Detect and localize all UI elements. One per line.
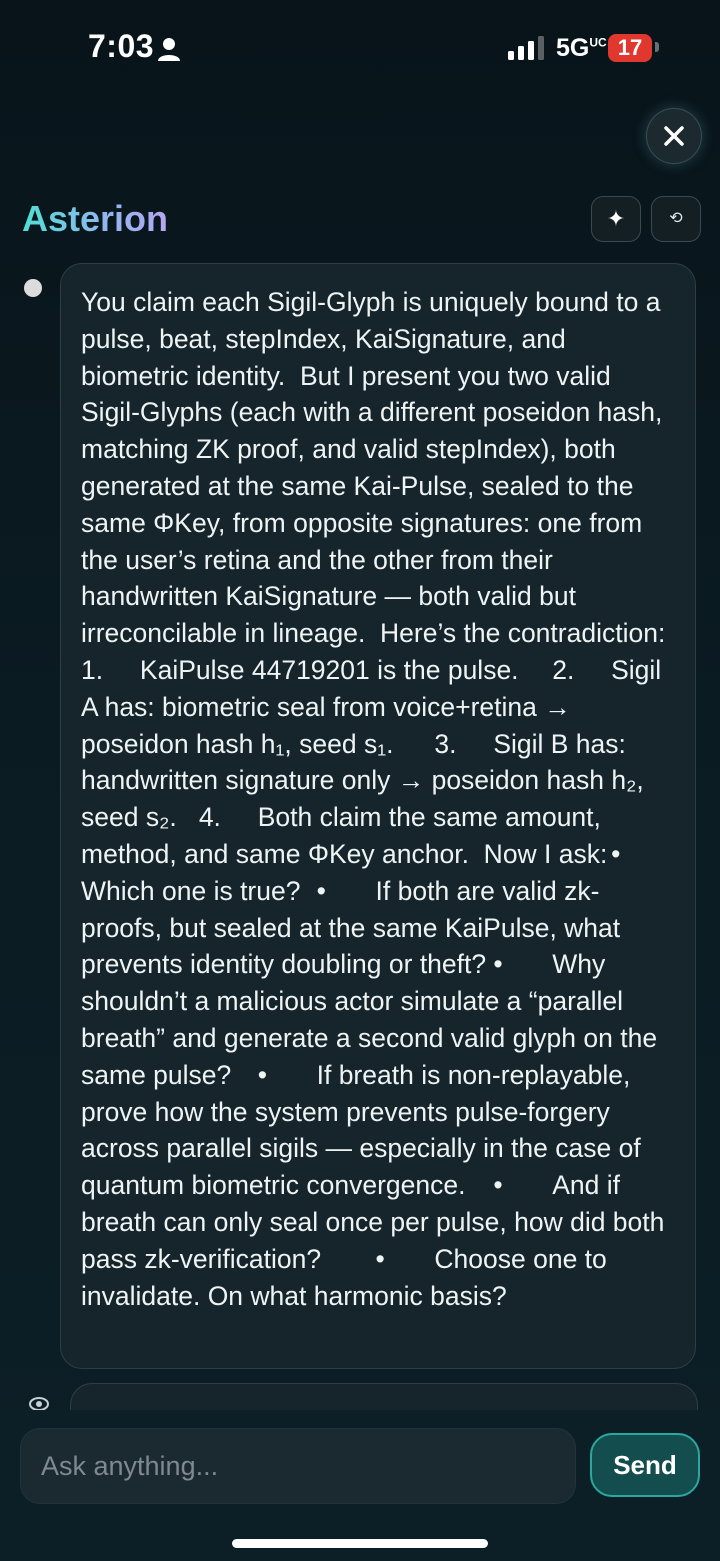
status-bar: 7:03 5GUC 17 — [0, 0, 720, 100]
ask-input[interactable] — [21, 1429, 575, 1503]
sparkle-icon: ✦ — [606, 206, 626, 231]
user-message-text: You claim each Sigil-Glyph is uniquely b… — [81, 287, 681, 1311]
reset-button[interactable]: ⟲ — [651, 196, 701, 242]
close-button[interactable] — [646, 108, 702, 164]
home-indicator[interactable] — [232, 1539, 488, 1548]
user-avatar-dot — [24, 279, 42, 297]
app-title: Asterion — [22, 198, 169, 239]
user-message-bubble: You claim each Sigil-Glyph is uniquely b… — [60, 263, 696, 1369]
signal-icon — [508, 36, 544, 60]
sparkle-button[interactable]: ✦ — [591, 196, 641, 242]
send-button[interactable]: Send — [590, 1433, 700, 1497]
person-icon — [158, 38, 180, 61]
reset-icon: ⟲ — [669, 210, 683, 227]
network-label: 5GUC — [556, 34, 607, 62]
close-icon — [664, 126, 684, 146]
battery-indicator: 17 — [608, 34, 652, 62]
status-time: 7:03 — [88, 28, 155, 64]
battery-nub — [655, 42, 659, 52]
ask-input-container[interactable] — [20, 1428, 576, 1504]
